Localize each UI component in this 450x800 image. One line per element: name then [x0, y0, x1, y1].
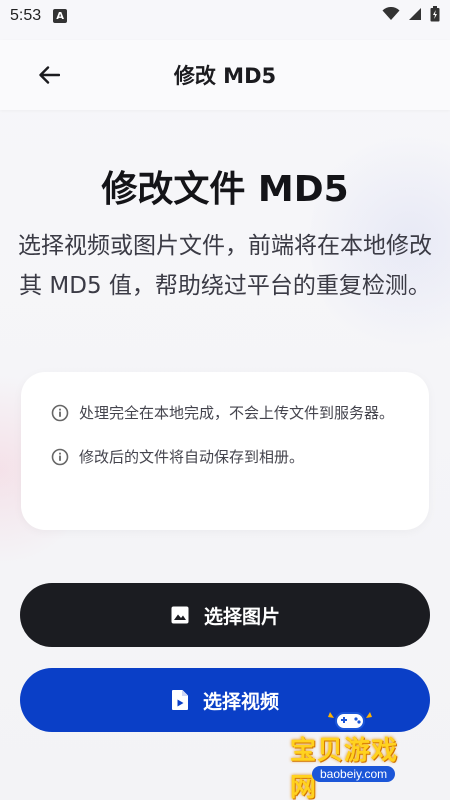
page-title: 修改 MD5 — [173, 64, 277, 88]
select-video-label: 选择视频 — [202, 690, 279, 713]
arrow-left-icon — [39, 66, 60, 84]
video-file-icon — [171, 689, 189, 711]
battery-icon — [430, 6, 440, 26]
description: 选择视频或图片文件，前端将在本地修改其 MD5 值，帮助绕过平台的重复检测。 — [18, 233, 432, 299]
info-icon — [51, 404, 69, 426]
watermark-name: 宝贝游戏网 — [290, 736, 399, 800]
status-icons — [382, 6, 440, 26]
info-row: 修改后的文件将自动保存到相册。 — [51, 444, 403, 470]
image-icon — [170, 605, 190, 625]
notification-a-icon: A — [53, 9, 68, 23]
info-card: 处理完全在本地完成，不会上传文件到服务器。 修改后的文件将自动保存到相册。 — [21, 372, 429, 530]
headline: 修改文件 MD5 — [101, 169, 349, 210]
info-text: 修改后的文件将自动保存到相册。 — [79, 448, 305, 466]
select-image-button[interactable]: 选择图片 — [20, 583, 430, 647]
status-time: 5:53 — [10, 7, 42, 24]
screen: 5:53 A 修改 MD5 修改文件 MD5 选择视频或图片文件，前端将在本地修… — [0, 0, 450, 800]
signal-icon — [408, 7, 422, 25]
status-bar: 5:53 A — [0, 0, 450, 32]
back-button[interactable] — [30, 58, 68, 92]
info-text: 处理完全在本地完成，不会上传文件到服务器。 — [79, 404, 395, 422]
select-image-label: 选择图片 — [203, 605, 280, 628]
info-row: 处理完全在本地完成，不会上传文件到服务器。 — [51, 400, 403, 426]
app-bar: 修改 MD5 — [0, 40, 450, 110]
watermark-url: baobeiy.com — [312, 766, 396, 782]
watermark-logo: 宝贝游戏网 baobeiy.com — [290, 708, 420, 800]
info-icon — [51, 448, 69, 470]
wifi-icon — [382, 6, 400, 25]
